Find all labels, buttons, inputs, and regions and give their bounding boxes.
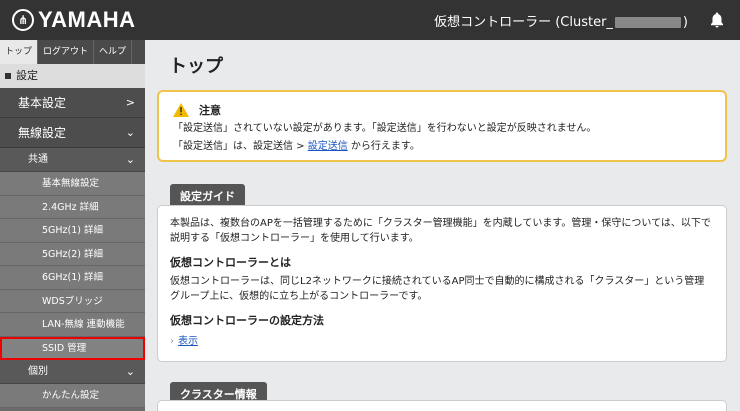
redacted-cluster-name — [614, 17, 681, 28]
chevron-down-icon: ⌄ — [125, 365, 135, 378]
alert-heading: 注意 — [199, 104, 221, 117]
sidebar-item-lan-wireless-link[interactable]: LAN-無線 連動機能 — [0, 313, 145, 337]
page-title: トップ — [169, 56, 223, 77]
guide-heading-what: 仮想コントローラーとは — [170, 256, 291, 269]
alert-line-1: 「設定送信」されていない設定があります。「設定送信」を行わないと設定が反映されま… — [173, 123, 597, 134]
sidebar-section-settings: 設定 — [0, 64, 145, 88]
cluster-info-panel — [157, 400, 727, 411]
sidebar-item-common[interactable]: 共通 ⌄ — [0, 148, 145, 172]
tab-top[interactable]: トップ — [0, 40, 39, 64]
show-link[interactable]: 表示 — [178, 336, 198, 347]
main-content: トップ 注意 「設定送信」されていない設定があります。「設定送信」を行わないと設… — [145, 40, 740, 411]
top-header: ⋔ YAMAHA 仮想コントローラー (Cluster_) — [0, 0, 740, 40]
chevron-down-icon: ⌄ — [125, 153, 135, 166]
logo-text: YAMAHA — [38, 7, 136, 32]
sidebar-tabs: トップ ログアウト ヘルプ — [0, 40, 145, 64]
guide-heading-how: 仮想コントローラーの設定方法 — [170, 314, 324, 327]
bell-icon[interactable] — [708, 11, 726, 29]
sidebar-item-5ghz1-detail[interactable]: 5GHz(1) 詳細 — [0, 219, 145, 243]
sidebar-item-wireless-settings[interactable]: 無線設定 ⌄ — [0, 118, 145, 148]
alert-line-2: 「設定送信」は、設定送信 > 設定送信 から行えます。 — [173, 141, 420, 152]
sidebar-item-basic-settings[interactable]: 基本設定 > — [0, 88, 145, 118]
sidebar-item-basic-wireless[interactable]: 基本無線設定 — [0, 172, 145, 196]
warning-icon — [173, 103, 189, 117]
settings-guide-panel: 本製品は、複数台のAPを一括管理するために「クラスター管理機能」を内蔵しています… — [157, 205, 727, 362]
tab-help[interactable]: ヘルプ — [94, 40, 133, 64]
sidebar-item-wds-bridge[interactable]: WDSブリッジ — [0, 289, 145, 313]
yamaha-logo[interactable]: ⋔ YAMAHA — [12, 7, 136, 33]
guide-intro: 本製品は、複数台のAPを一括管理するために「クラスター管理機能」を内蔵しています… — [170, 218, 711, 244]
send-settings-link[interactable]: 設定送信 — [308, 141, 348, 152]
sidebar-item-easy-setup[interactable]: かんたん設定 — [0, 384, 145, 408]
sidebar: トップ ログアウト ヘルプ 設定 基本設定 > 無線設定 ⌄ 共通 ⌄ 基本無線… — [0, 40, 145, 411]
chevron-right-icon: › — [170, 336, 174, 347]
sidebar-item-5ghz2-detail[interactable]: 5GHz(2) 詳細 — [0, 242, 145, 266]
tuning-fork-icon: ⋔ — [12, 9, 34, 31]
chevron-right-icon: > — [125, 96, 135, 109]
sidebar-item-ssid-management[interactable]: SSID 管理 — [0, 336, 145, 360]
sidebar-item-6ghz1-detail[interactable]: 6GHz(1) 詳細 — [0, 266, 145, 290]
warning-alert: 注意 「設定送信」されていない設定があります。「設定送信」を行わないと設定が反映… — [157, 90, 727, 162]
sidebar-item-2-4ghz-detail[interactable]: 2.4GHz 詳細 — [0, 195, 145, 219]
square-bullet-icon — [5, 73, 11, 79]
controller-title: 仮想コントローラー (Cluster_) — [434, 15, 688, 30]
chevron-down-icon: ⌄ — [125, 126, 135, 139]
tab-logout[interactable]: ログアウト — [38, 40, 95, 64]
sidebar-item-individual[interactable]: 個別 ⌄ — [0, 360, 145, 384]
guide-description: 仮想コントローラーは、同じL2ネットワークに接続されているAP同士で自動的に構成… — [170, 276, 705, 302]
